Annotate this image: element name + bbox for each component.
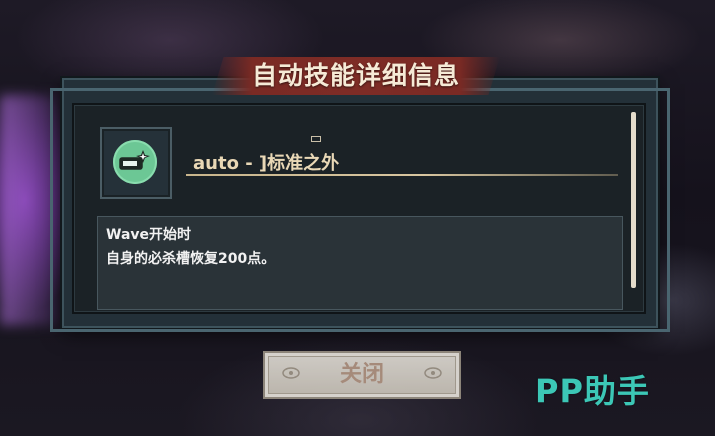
close-button[interactable]: 关闭 <box>263 351 461 399</box>
gauge-glyph <box>119 150 150 170</box>
watermark-logo: PP助手 <box>535 372 650 410</box>
dialog-title: 自动技能详细信息 <box>251 61 460 90</box>
name-marker <box>311 136 321 142</box>
skill-description-line-1: Wave开始时 <box>106 227 192 243</box>
scrollbar[interactable] <box>631 112 636 288</box>
skill-name-divider <box>186 174 618 176</box>
auto-skill-gauge-icon <box>113 140 157 184</box>
ornament-right-icon <box>424 367 442 379</box>
skill-description-line-2: 自身的必杀槽恢复200点。 <box>106 251 276 267</box>
skill-name: auto - ]标准之外 <box>193 153 340 174</box>
